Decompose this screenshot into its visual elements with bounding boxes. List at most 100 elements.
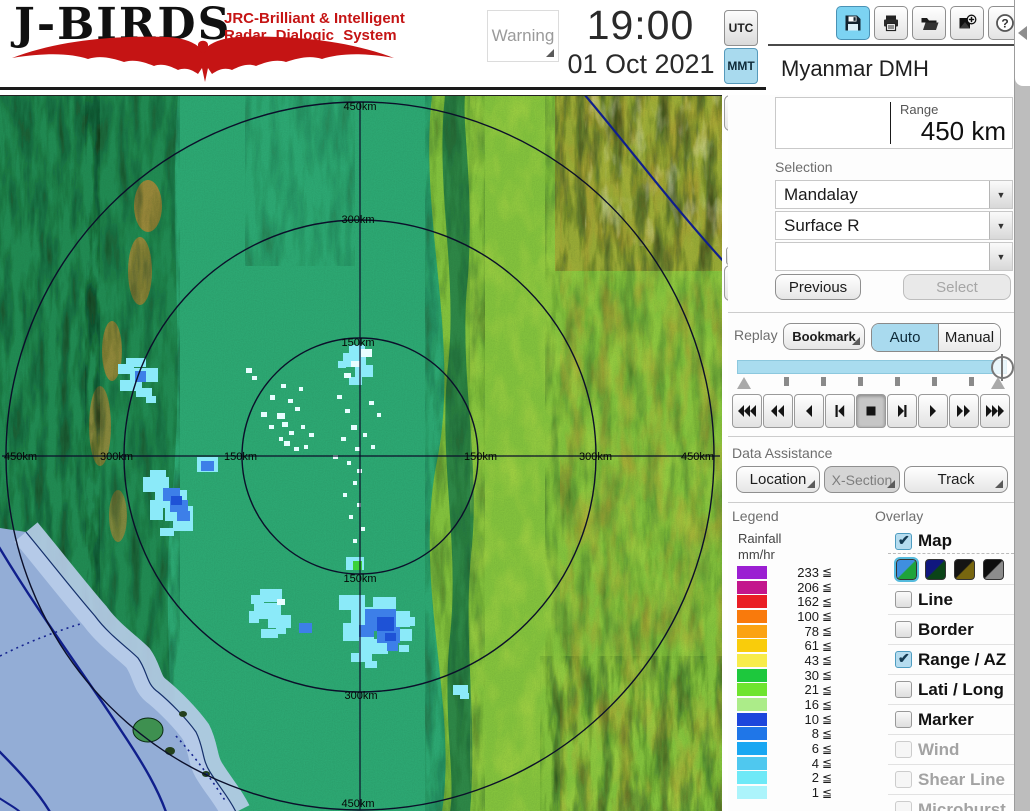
auto-button[interactable]: Auto (872, 324, 939, 351)
eagle-icon (12, 36, 394, 82)
legend-value: 100 (797, 608, 819, 624)
option-dropdown[interactable]: ▼ (775, 242, 1013, 271)
slider-start-marker[interactable] (737, 377, 751, 389)
stop-button[interactable] (856, 394, 886, 428)
timezone-mmt-button[interactable]: MMT (724, 48, 758, 84)
splitter-tab[interactable] (1015, 0, 1030, 86)
map-style-swatch-1[interactable] (894, 556, 919, 582)
legend-value: 8 (811, 726, 819, 742)
legend-color-swatch (737, 565, 767, 579)
chevron-down-icon: ▼ (996, 251, 1006, 262)
site-dropdown[interactable]: Mandalay ▼ (775, 180, 1013, 209)
overlay-checkbox-microburst (895, 801, 912, 811)
legend-label: Legend (732, 508, 779, 524)
warning-label: Warning (491, 26, 555, 45)
header-divider (768, 44, 1014, 46)
divider (728, 312, 1014, 313)
slider-tick (895, 377, 900, 386)
collapse-left-icon[interactable] (1018, 26, 1027, 40)
dropdown-arrow-button[interactable]: ▼ (989, 181, 1012, 208)
open-folder-button[interactable] (912, 6, 946, 40)
play-reverse-button[interactable] (794, 394, 824, 428)
manual-button[interactable]: Manual (939, 324, 1000, 351)
jbirds-logo: J-BIRDS JRC-Brilliant & Intelligent Rada… (8, 2, 405, 88)
fast-forward-triple-button[interactable] (980, 394, 1010, 428)
select-button[interactable]: Select (903, 274, 1011, 300)
topbar-underline (0, 87, 766, 90)
range-ring-label: 450km (341, 798, 374, 810)
less-equal-symbol: ≦ (822, 609, 833, 624)
overlay-row-line: Line (888, 585, 1014, 615)
track-button[interactable]: Track (904, 466, 1008, 493)
fast-rewind-button[interactable] (763, 394, 793, 428)
legend-row: 78 ≦ (737, 624, 867, 639)
fast-forward-button[interactable] (949, 394, 979, 428)
less-equal-symbol: ≦ (822, 594, 833, 609)
legend-color-swatch (737, 609, 767, 623)
clock-date: 01 Oct 2021 (567, 49, 715, 79)
legend-value: 43 (804, 652, 819, 668)
play-button[interactable] (918, 394, 948, 428)
print-button[interactable] (874, 6, 908, 40)
add-capture-button[interactable] (950, 6, 984, 40)
manual-label: Manual (944, 329, 995, 346)
step-forward-button[interactable] (887, 394, 917, 428)
product-dropdown[interactable]: Surface R ▼ (775, 211, 1013, 240)
timezone-utc-button[interactable]: UTC (724, 10, 758, 46)
control-panel: Range 450 km Selection Mandalay ▼ Surfac… (728, 95, 1014, 811)
overlay-row-microburst: Microburst (888, 795, 1014, 811)
previous-button[interactable]: Previous (775, 274, 861, 300)
fast-rewind-triple-button[interactable] (732, 394, 762, 428)
legend-row: 206 ≦ (737, 580, 867, 595)
range-ring-label: 150km (464, 451, 497, 463)
panel-splitter[interactable] (1014, 0, 1030, 811)
overlay-checkbox-line[interactable] (895, 591, 912, 608)
range-divider (890, 102, 891, 144)
step-back-button[interactable] (825, 394, 855, 428)
map-style-swatch-2[interactable] (925, 558, 946, 580)
overlay-checkbox-map[interactable]: ✔ (895, 532, 912, 550)
overlay-checkbox-range-az[interactable]: ✔ (895, 650, 912, 668)
chevron-down-icon: ▼ (996, 220, 1006, 231)
legend-value: 2 (811, 770, 819, 786)
map-style-swatch-3[interactable] (954, 558, 975, 580)
replay-slider-track[interactable] (737, 360, 1007, 374)
warning-button[interactable]: Warning (487, 10, 559, 62)
legend-color-swatch (737, 756, 767, 770)
x-section-button[interactable]: X-Section (824, 466, 900, 493)
jbirds-app-window: J-BIRDS JRC-Brilliant & Intelligent Rada… (0, 0, 1030, 811)
save-button[interactable] (836, 6, 870, 40)
dropdown-arrow-button[interactable]: ▼ (989, 243, 1012, 270)
less-equal-symbol: ≦ (822, 726, 833, 741)
track-label: Track (937, 471, 975, 488)
legend-value: 10 (804, 711, 819, 727)
legend-color-swatch (737, 712, 767, 726)
legend-value: 6 (811, 741, 819, 757)
overlay-checkbox-lati-long[interactable] (895, 681, 912, 698)
range-ring-label: 150km (343, 573, 376, 585)
location-label: Location (749, 471, 807, 488)
legend-color-swatch (737, 639, 767, 653)
overlay-checkbox-border[interactable] (895, 621, 912, 638)
overlay-checkbox-wind (895, 741, 912, 758)
radar-map[interactable]: 450km 300km 150km 150km 300km 450km 450km 300km… (0, 93, 725, 811)
legend-value: 1 (811, 785, 819, 801)
bookmark-button[interactable]: Bookmark (783, 323, 865, 350)
radar-map-area[interactable]: 450km 300km 150km 150km 300km 450km 450km 300km… (0, 93, 725, 811)
map-style-swatch-4[interactable] (983, 558, 1004, 580)
step-back-icon (835, 405, 845, 417)
location-button[interactable]: Location (736, 466, 820, 493)
replay-label: Replay (734, 327, 778, 343)
legend-row: 233 ≦ (737, 565, 867, 580)
less-equal-symbol: ≦ (822, 638, 833, 653)
open-folder-icon (921, 18, 939, 30)
range-ring-label: 450km (343, 101, 376, 113)
checkmark-icon: ✔ (898, 650, 910, 666)
overlay-checkbox-marker[interactable] (895, 711, 912, 728)
slider-end-marker[interactable] (991, 377, 1005, 389)
replay-slider[interactable] (737, 354, 1014, 381)
range-ring-label: 450km (681, 451, 714, 463)
legend-row: 10 ≦ (737, 712, 867, 727)
legend-row: 30 ≦ (737, 668, 867, 683)
dropdown-arrow-button[interactable]: ▼ (989, 212, 1012, 239)
